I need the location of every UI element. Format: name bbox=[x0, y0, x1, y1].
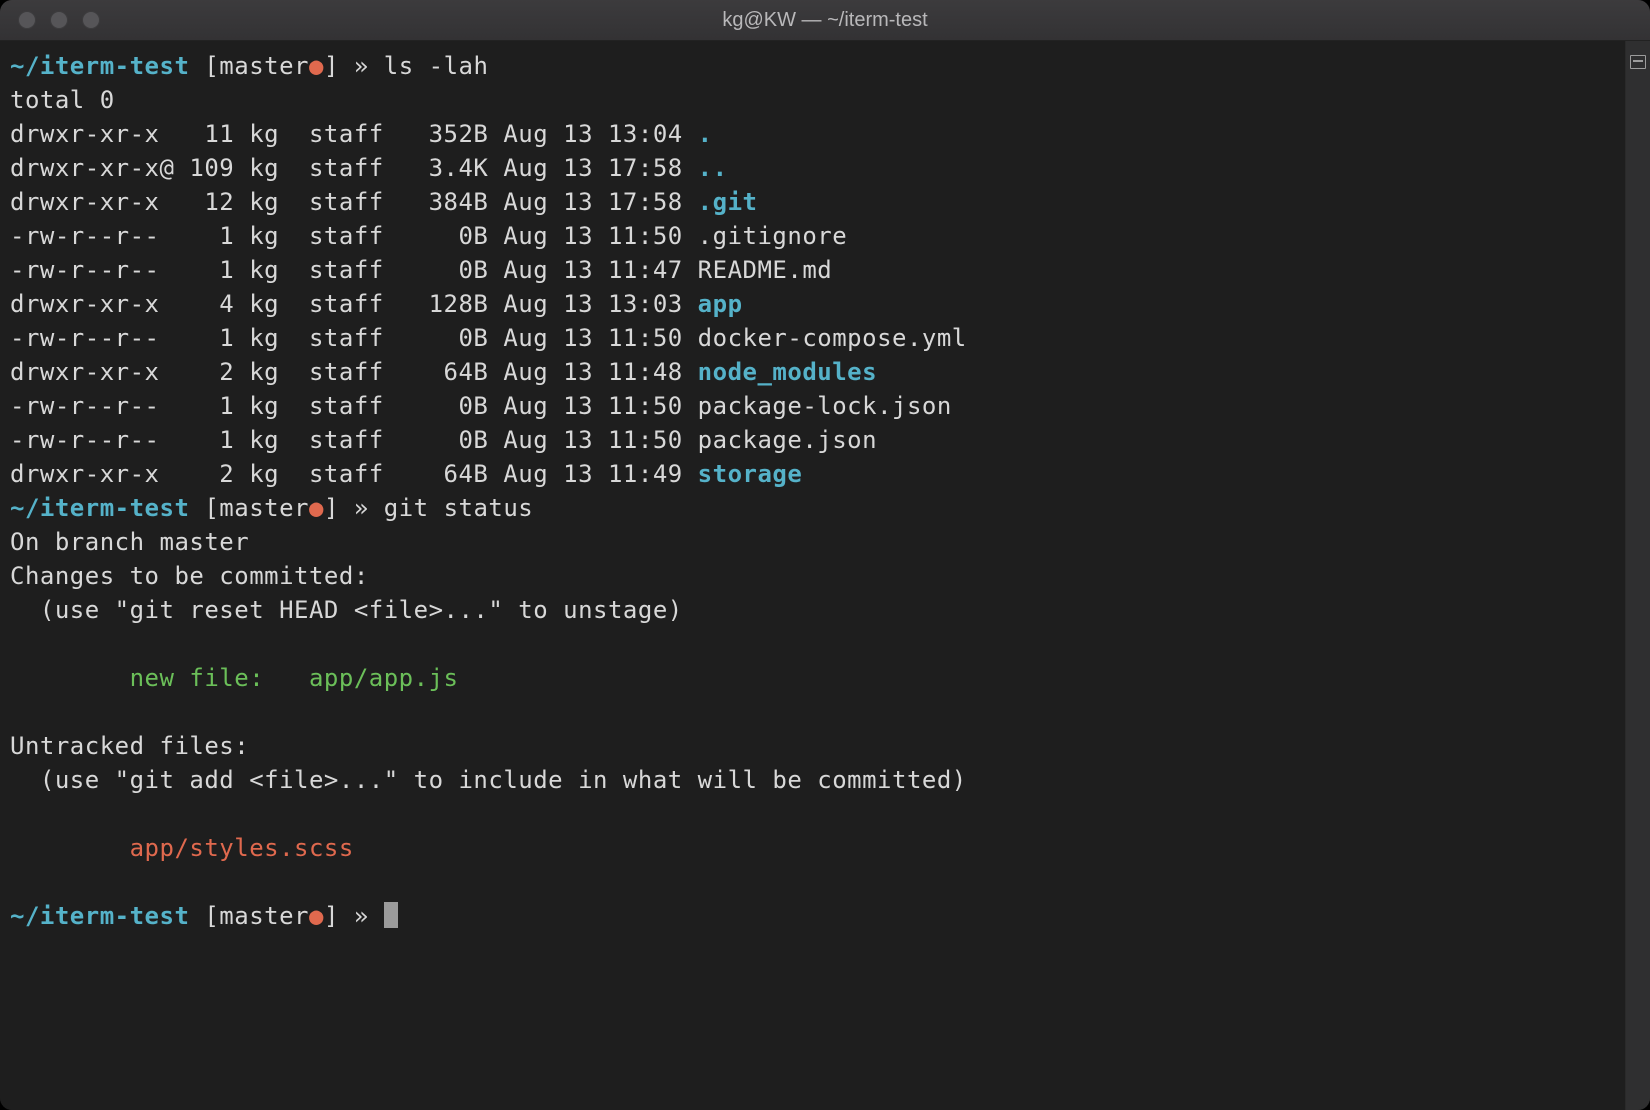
ls-filename: README.md bbox=[698, 256, 833, 284]
ls-filename: package-lock.json bbox=[698, 392, 952, 420]
ls-total: total 0 bbox=[10, 86, 115, 114]
dirty-indicator-icon: ● bbox=[309, 52, 324, 80]
prompt-cwd: ~/iterm-test bbox=[10, 902, 189, 930]
prompt-arrow-icon: » bbox=[339, 902, 384, 930]
git-untracked-header: Untracked files: bbox=[10, 732, 249, 760]
prompt-branch: [master bbox=[204, 494, 309, 522]
terminal-body[interactable]: ~/iterm-test [master●] » ls -lah total 0… bbox=[0, 41, 1650, 1110]
ls-row: -rw-r--r-- 1 kg staff 0B Aug 13 11:50 pa… bbox=[10, 392, 952, 420]
ls-row: -rw-r--r-- 1 kg staff 0B Aug 13 11:50 do… bbox=[10, 324, 967, 352]
ls-row: -rw-r--r-- 1 kg staff 0B Aug 13 11:47 RE… bbox=[10, 256, 832, 284]
ls-filename: storage bbox=[698, 460, 803, 488]
prompt-arrow-icon: » bbox=[339, 494, 384, 522]
cursor bbox=[384, 902, 398, 928]
scrollbar-gutter[interactable] bbox=[1625, 41, 1650, 1110]
terminal-output[interactable]: ~/iterm-test [master●] » ls -lah total 0… bbox=[10, 49, 1622, 1110]
close-icon[interactable] bbox=[18, 11, 36, 29]
ls-row: drwxr-xr-x 2 kg staff 64B Aug 13 11:48 n… bbox=[10, 358, 877, 386]
git-untracked-entry: app/styles.scss bbox=[10, 834, 354, 862]
git-staged-hint: (use "git reset HEAD <file>..." to unsta… bbox=[10, 596, 683, 624]
traffic-lights bbox=[18, 11, 100, 29]
ls-filename: . bbox=[698, 120, 713, 148]
prompt-command: ls -lah bbox=[384, 52, 489, 80]
ls-filename: node_modules bbox=[698, 358, 877, 386]
ls-filename: .. bbox=[698, 154, 728, 182]
minimize-icon[interactable] bbox=[50, 11, 68, 29]
ls-row: drwxr-xr-x@ 109 kg staff 3.4K Aug 13 17:… bbox=[10, 154, 728, 182]
git-staged-entry: new file: app/app.js bbox=[10, 664, 458, 692]
ls-filename: .git bbox=[698, 188, 758, 216]
prompt-branch: [master bbox=[204, 902, 309, 930]
git-staged-header: Changes to be committed: bbox=[10, 562, 369, 590]
titlebar: kg@KW — ~/iterm-test bbox=[0, 0, 1650, 41]
git-branch-line: On branch master bbox=[10, 528, 249, 556]
ls-row: drwxr-xr-x 2 kg staff 64B Aug 13 11:49 s… bbox=[10, 460, 802, 488]
ls-row: drwxr-xr-x 12 kg staff 384B Aug 13 17:58… bbox=[10, 188, 757, 216]
ls-row: drwxr-xr-x 4 kg staff 128B Aug 13 13:03 … bbox=[10, 290, 743, 318]
window-title: kg@KW — ~/iterm-test bbox=[0, 9, 1650, 32]
ls-row: -rw-r--r-- 1 kg staff 0B Aug 13 11:50 pa… bbox=[10, 426, 877, 454]
ls-row: drwxr-xr-x 11 kg staff 352B Aug 13 13:04… bbox=[10, 120, 713, 148]
ls-filename: app bbox=[698, 290, 743, 318]
prompt-cwd: ~/iterm-test bbox=[10, 494, 189, 522]
dirty-indicator-icon: ● bbox=[309, 494, 324, 522]
ls-filename: .gitignore bbox=[698, 222, 848, 250]
terminal-window: kg@KW — ~/iterm-test ~/iterm-test [maste… bbox=[0, 0, 1650, 1110]
zoom-icon[interactable] bbox=[82, 11, 100, 29]
git-untracked-hint: (use "git add <file>..." to include in w… bbox=[10, 766, 967, 794]
ls-row: -rw-r--r-- 1 kg staff 0B Aug 13 11:50 .g… bbox=[10, 222, 847, 250]
annotations-icon[interactable] bbox=[1630, 55, 1646, 69]
prompt-arrow-icon: » bbox=[339, 52, 384, 80]
dirty-indicator-icon: ● bbox=[309, 902, 324, 930]
prompt-branch: [master bbox=[204, 52, 309, 80]
ls-filename: package.json bbox=[698, 426, 877, 454]
prompt-cwd: ~/iterm-test bbox=[10, 52, 189, 80]
ls-filename: docker-compose.yml bbox=[698, 324, 967, 352]
prompt-command: git status bbox=[384, 494, 534, 522]
